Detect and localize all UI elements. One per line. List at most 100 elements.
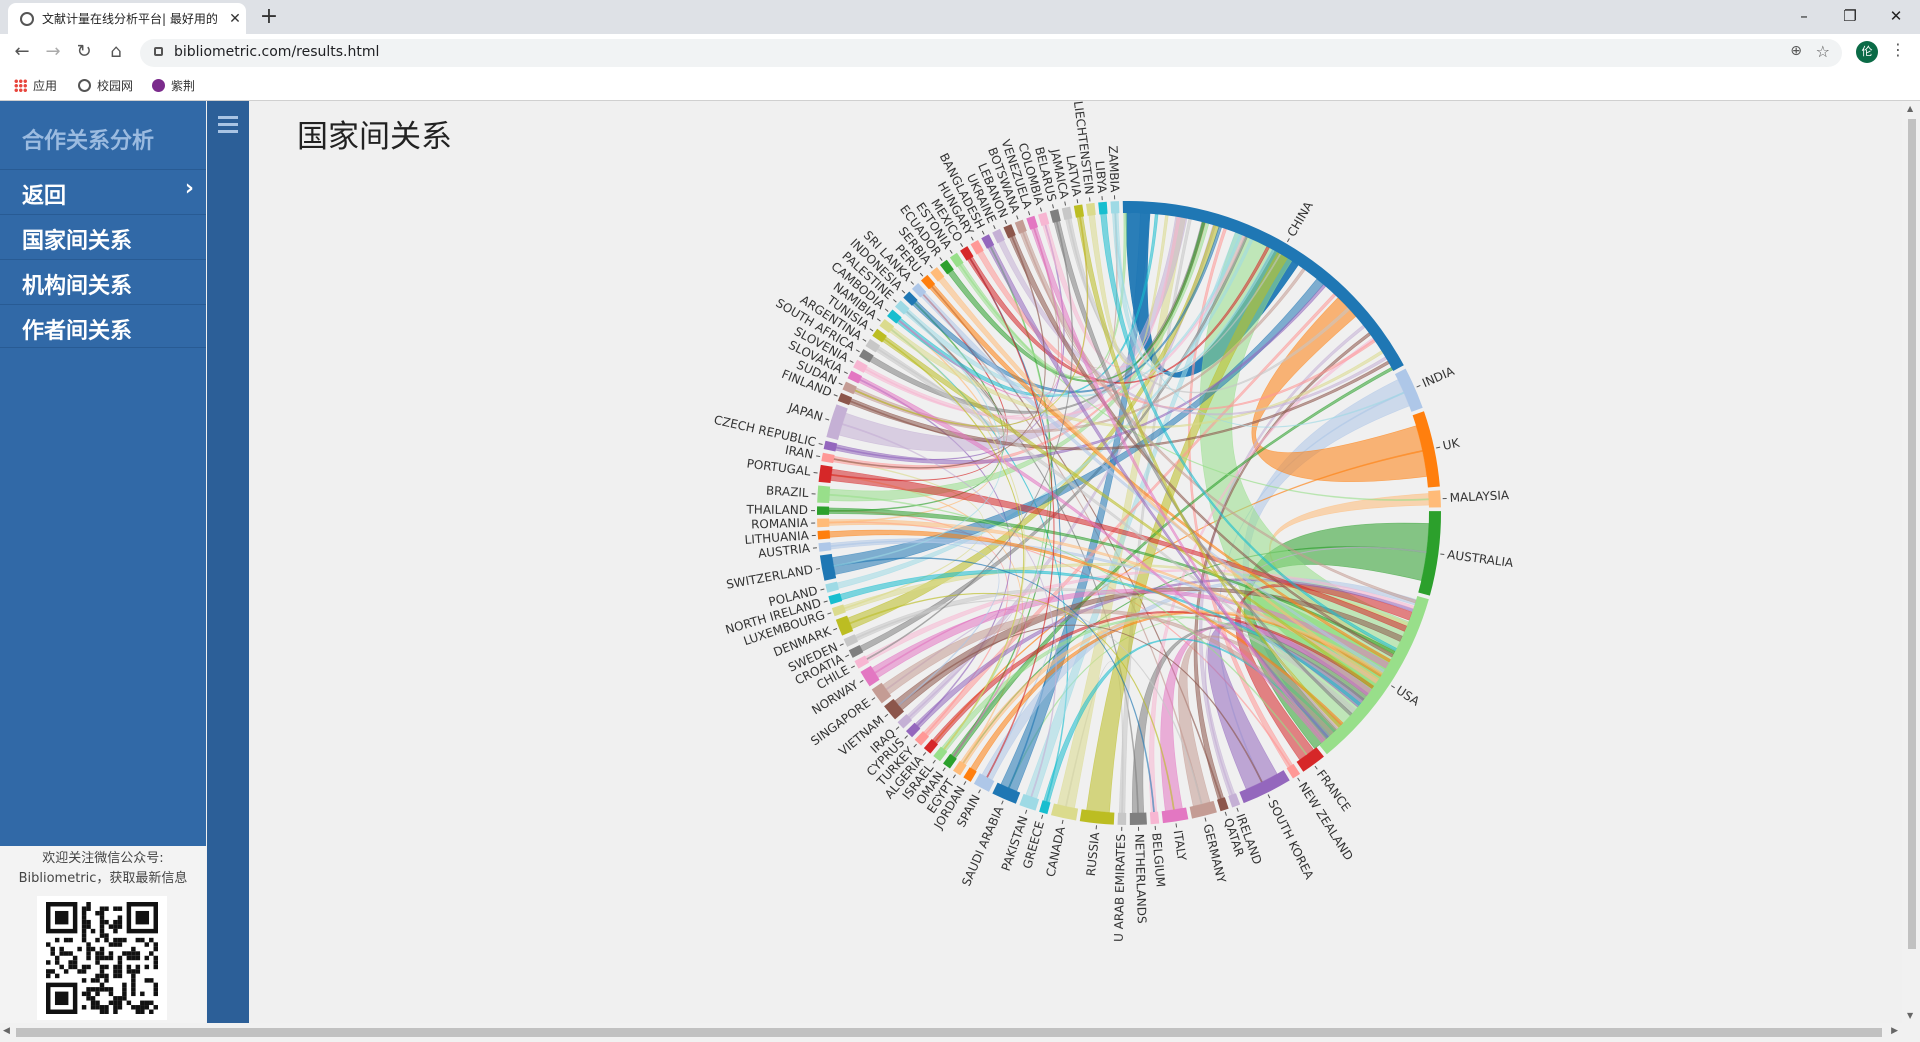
more-menu-icon[interactable]: ⋮ xyxy=(1890,40,1906,59)
label-tick xyxy=(1236,807,1239,812)
country-arc[interactable] xyxy=(1117,812,1127,825)
vertical-scroll-thumb[interactable] xyxy=(1908,119,1916,949)
country-label: THAILAND xyxy=(745,503,808,517)
country-arc[interactable] xyxy=(817,506,830,515)
label-tick xyxy=(1416,385,1421,388)
country-label: UK xyxy=(1441,436,1461,453)
label-tick xyxy=(816,455,821,458)
label-tick xyxy=(949,249,953,254)
label-tick xyxy=(1016,215,1019,220)
hamburger-icon[interactable] xyxy=(218,116,238,137)
label-tick xyxy=(970,236,974,241)
zoom-icon[interactable]: ⊕ xyxy=(1790,43,1802,59)
bookmark-label: 紫荆 xyxy=(171,79,196,93)
country-arc[interactable] xyxy=(817,530,831,540)
label-tick xyxy=(818,443,823,445)
back-arrow-icon[interactable]: ← xyxy=(10,40,34,64)
sidebar-item-label: 返回 xyxy=(22,184,67,209)
bookmark-star-icon[interactable]: ☆ xyxy=(1816,42,1830,61)
profile-avatar[interactable]: 伦 xyxy=(1856,41,1878,63)
scroll-right-icon[interactable]: ▶ xyxy=(1891,1026,1898,1036)
label-tick xyxy=(913,743,917,748)
label-tick xyxy=(1076,199,1079,204)
country-arc[interactable] xyxy=(1039,800,1051,815)
scroll-left-icon[interactable]: ◀ xyxy=(3,1026,10,1036)
home-icon[interactable]: ⌂ xyxy=(104,40,128,64)
label-tick xyxy=(932,759,936,764)
country-arc[interactable] xyxy=(1037,212,1050,227)
sidebar-item-author[interactable]: 作者间关系 xyxy=(0,304,206,348)
horizontal-scroll-thumb[interactable] xyxy=(16,1028,1882,1037)
sidebar-item-country[interactable]: 国家间关系 xyxy=(0,214,206,258)
bookmarks-bar: 应用 校园网 紫荆 xyxy=(0,70,1920,101)
label-tick xyxy=(893,299,897,303)
qr-code-image xyxy=(37,896,167,1020)
country-arc[interactable] xyxy=(1073,204,1085,218)
country-arc[interactable] xyxy=(817,485,831,504)
country-arc[interactable] xyxy=(1149,811,1160,825)
label-tick xyxy=(851,665,855,669)
label-tick xyxy=(1391,685,1395,689)
country-arc[interactable] xyxy=(821,452,835,464)
vertical-scrollbar[interactable]: ▲ ▼ xyxy=(1902,101,1920,1023)
sidebar-item-institution[interactable]: 机构间关系 xyxy=(0,259,206,303)
label-tick xyxy=(1175,823,1178,828)
new-tab-button[interactable]: + xyxy=(256,5,282,31)
sidebar-toggle[interactable] xyxy=(207,101,249,1023)
label-tick xyxy=(939,257,943,261)
country-arc[interactable] xyxy=(818,464,833,484)
window-close-icon[interactable]: ✕ xyxy=(1876,4,1916,28)
country-arc[interactable] xyxy=(1098,201,1108,215)
promo-line-2: Bibliometric，获取最新信息 xyxy=(18,871,188,886)
close-tab-icon[interactable]: ✕ xyxy=(224,11,246,27)
url-text: bibliometric.com/results.html xyxy=(174,44,380,60)
address-bar[interactable]: bibliometric.com/results.html ⊕ ☆ xyxy=(140,39,1842,67)
label-tick xyxy=(904,735,908,739)
minimize-icon[interactable]: – xyxy=(1784,4,1824,28)
label-tick xyxy=(1024,809,1028,814)
scroll-down-icon[interactable]: ▼ xyxy=(1907,1011,1913,1020)
reload-icon[interactable]: ↻ xyxy=(72,40,96,64)
country-arc[interactable] xyxy=(1216,797,1229,812)
country-arc[interactable] xyxy=(825,581,839,593)
bookmark-zijing[interactable]: 紫荆 xyxy=(152,77,195,94)
country-arc[interactable] xyxy=(1049,209,1061,223)
label-tick xyxy=(845,654,850,658)
label-tick xyxy=(838,382,843,386)
country-arc[interactable] xyxy=(1110,201,1120,214)
country-arc[interactable] xyxy=(831,604,846,617)
restore-icon[interactable]: ❐ xyxy=(1830,4,1870,28)
horizontal-scrollbar[interactable]: ◀ ▶ xyxy=(0,1023,1920,1042)
country-arc[interactable] xyxy=(1026,215,1039,230)
bookmark-campus[interactable]: 校园网 xyxy=(78,77,133,94)
label-tick xyxy=(1440,553,1445,556)
sidebar-item-label: 作者间关系 xyxy=(22,319,133,344)
browser-tab[interactable]: 文献计量在线分析平台| 最好用的 ✕ xyxy=(8,3,246,34)
country-label: BELGIUM xyxy=(1149,832,1167,887)
label-tick xyxy=(859,679,864,683)
country-arc[interactable] xyxy=(817,518,830,528)
country-arc[interactable] xyxy=(1428,490,1441,508)
globe-icon xyxy=(78,79,91,92)
forward-arrow-icon[interactable]: → xyxy=(41,40,65,64)
label-tick xyxy=(978,789,981,794)
sidebar-item-back[interactable]: 返回 › xyxy=(0,169,206,213)
country-arc[interactable] xyxy=(818,542,832,552)
scroll-up-icon[interactable]: ▲ xyxy=(1907,104,1913,113)
country-arc[interactable] xyxy=(828,593,843,605)
country-label: MALAYSIA xyxy=(1449,488,1510,505)
country-arc[interactable] xyxy=(1129,812,1147,825)
country-label: CANADA xyxy=(1044,824,1069,878)
country-arc[interactable] xyxy=(1061,206,1073,221)
label-tick xyxy=(1224,811,1227,816)
country-arc[interactable] xyxy=(1085,202,1096,216)
country-label: INDIA xyxy=(1420,364,1457,391)
label-tick xyxy=(871,697,876,701)
country-arc[interactable] xyxy=(823,440,838,452)
bookmark-apps[interactable]: 应用 xyxy=(14,77,57,94)
flower-icon xyxy=(152,79,165,92)
sidebar-title: 合作关系分析 xyxy=(22,129,155,154)
label-tick xyxy=(833,628,838,631)
main-content: 国家间关系 CHINA INDIA UK MALAYSIA AUSTRALIA USA FR… xyxy=(249,101,1902,1023)
label-tick xyxy=(993,225,996,230)
